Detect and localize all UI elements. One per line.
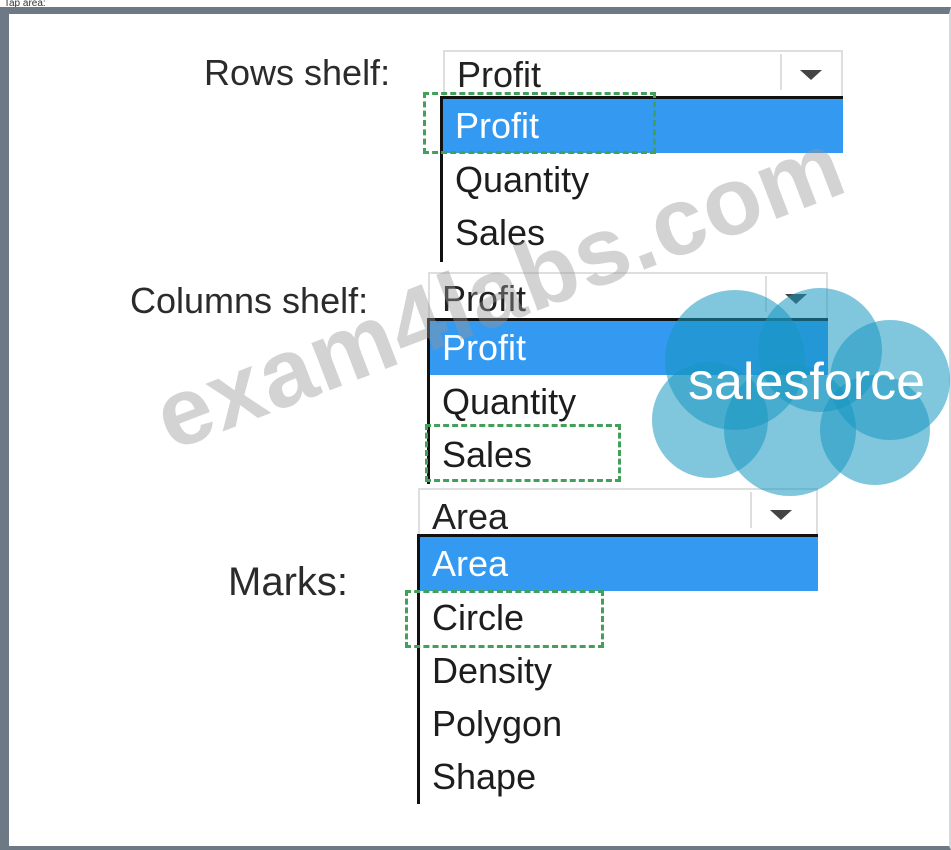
marks-option-polygon[interactable]: Polygon	[420, 697, 818, 750]
salesforce-logo-text: salesforce	[688, 353, 925, 411]
columns-answer-highlight	[425, 424, 621, 482]
rows-shelf-label: Rows shelf:	[204, 52, 391, 93]
rows-shelf-select[interactable]: Profit	[443, 50, 843, 96]
rows-select-divider	[780, 54, 782, 90]
marks-answer-highlight	[405, 590, 604, 648]
marks-selected-value: Area	[432, 496, 509, 537]
marks-option-shape[interactable]: Shape	[420, 750, 818, 803]
marks-option-area[interactable]: Area	[420, 537, 818, 591]
marks-dropdown-list: Area Circle Density Polygon Shape	[417, 534, 818, 804]
marks-label: Marks:	[228, 560, 348, 604]
rows-answer-highlight	[423, 92, 656, 154]
marks-option-density[interactable]: Density	[420, 644, 818, 697]
chevron-down-icon[interactable]	[770, 510, 792, 520]
rows-shelf-selected-value: Profit	[457, 54, 542, 95]
chevron-down-icon[interactable]	[800, 70, 822, 80]
